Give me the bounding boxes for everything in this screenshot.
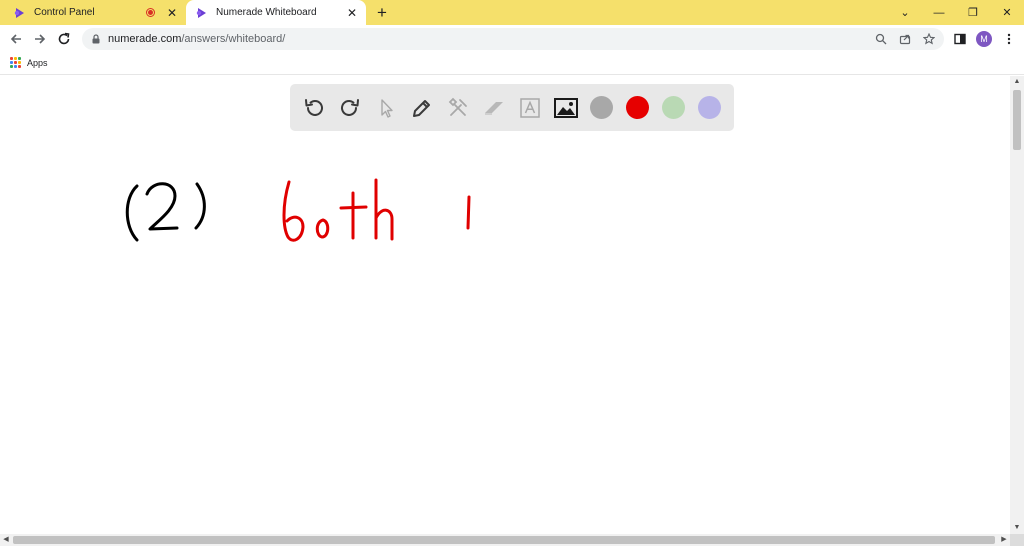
ink-stroke-letter-b [282, 180, 305, 242]
ink-stroke-letter-o [315, 218, 330, 239]
tools-icon[interactable] [445, 95, 471, 121]
numerade-logo-icon [196, 7, 206, 18]
new-tab-button[interactable]: + [372, 3, 392, 23]
side-panel-icon[interactable] [949, 28, 971, 50]
ink-stroke-digit-two [145, 182, 179, 231]
tab-numerade-whiteboard[interactable]: Numerade Whiteboard ✕ [186, 0, 366, 25]
pointer-icon[interactable] [373, 95, 399, 121]
tab-title: Control Panel [34, 7, 95, 18]
scroll-down-icon[interactable]: ▼ [1010, 522, 1024, 534]
horizontal-scrollbar[interactable]: ◀ ▶ [0, 534, 1010, 546]
redo-icon[interactable] [337, 95, 363, 121]
menu-icon[interactable] [998, 28, 1020, 50]
apps-grid-icon [10, 57, 21, 68]
whiteboard-toolbar [290, 84, 734, 131]
restore-icon[interactable]: ❐ [956, 0, 990, 25]
ink-stroke-digit-one [466, 195, 471, 230]
tab-title: Numerade Whiteboard [216, 7, 317, 18]
ink-layer [125, 178, 471, 242]
url-path: /answers/whiteboard/ [181, 33, 286, 45]
color-swatch-green[interactable] [662, 96, 685, 119]
browser-toolbar: numerade.com/answers/whiteboard/ M [0, 25, 1024, 53]
vertical-scrollbar[interactable]: ▲ ▼ [1010, 76, 1024, 534]
tab-strip: Control Panel ✕ Numerade Whiteboard ✕ + … [0, 0, 1024, 25]
bookmarks-bar: Apps [0, 53, 1024, 75]
url-host: numerade.com [108, 33, 182, 45]
forward-icon[interactable] [29, 28, 51, 50]
address-bar[interactable]: numerade.com/answers/whiteboard/ [82, 28, 944, 50]
ink-stroke-open-paren [125, 184, 139, 242]
color-swatch-red[interactable] [626, 96, 649, 119]
minimize-icon[interactable]: — [922, 0, 956, 25]
url-text[interactable]: numerade.com/answers/whiteboard/ [108, 33, 872, 45]
numerade-logo-icon [14, 7, 24, 18]
scroll-left-icon[interactable]: ◀ [0, 534, 12, 546]
zoom-icon[interactable] [872, 30, 890, 48]
back-icon[interactable] [5, 28, 27, 50]
image-icon[interactable] [553, 95, 579, 121]
bookmark-apps[interactable]: Apps [10, 57, 48, 68]
lock-icon [92, 34, 100, 44]
reload-icon[interactable] [53, 28, 75, 50]
pen-icon[interactable] [409, 95, 435, 121]
scroll-right-icon[interactable]: ▶ [998, 534, 1010, 546]
close-window-icon[interactable]: ✕ [990, 0, 1024, 25]
share-icon[interactable] [896, 30, 914, 48]
horizontal-scroll-thumb[interactable] [13, 536, 995, 544]
tab-control-panel[interactable]: Control Panel ✕ [0, 0, 186, 25]
close-tab-icon[interactable]: ✕ [344, 5, 360, 21]
whiteboard-canvas[interactable] [0, 76, 1010, 534]
undo-icon[interactable] [301, 95, 327, 121]
tab-search-icon[interactable]: ⌄ [888, 0, 922, 25]
eraser-icon[interactable] [481, 95, 507, 121]
ink-stroke-letter-t-bar [339, 205, 368, 210]
scrollbar-corner [1010, 534, 1024, 546]
bookmark-star-icon[interactable] [920, 30, 938, 48]
scroll-up-icon[interactable]: ▲ [1010, 76, 1024, 88]
recording-icon [146, 8, 155, 17]
bookmark-label: Apps [27, 57, 48, 68]
ink-stroke-close-paren [194, 182, 206, 230]
ink-stroke-letter-h [374, 178, 394, 241]
color-swatch-gray[interactable] [590, 96, 613, 119]
close-tab-icon[interactable]: ✕ [164, 5, 180, 21]
text-icon[interactable] [517, 95, 543, 121]
profile-avatar[interactable]: M [976, 31, 992, 47]
vertical-scroll-thumb[interactable] [1013, 90, 1021, 150]
color-swatch-lavender[interactable] [698, 96, 721, 119]
